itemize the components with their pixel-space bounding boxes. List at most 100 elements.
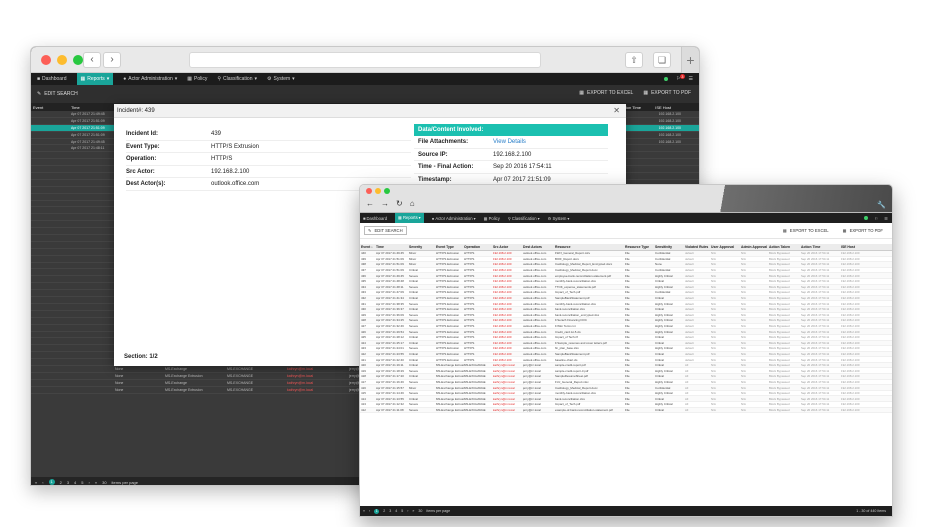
back-arrow-icon[interactable]: ‹	[83, 52, 101, 68]
page-5-button[interactable]: 5	[401, 509, 403, 513]
back-arrow-icon[interactable]: ←	[366, 199, 374, 208]
last-page-icon[interactable]: »	[412, 509, 414, 513]
page-3-button[interactable]: 3	[389, 509, 391, 513]
edit-icon: ✎	[37, 91, 42, 97]
column-header[interactable]: Resource	[555, 245, 625, 249]
address-bar[interactable]	[189, 52, 541, 68]
column-header[interactable]: Action Time	[801, 245, 841, 249]
nav-system[interactable]: ⚙ System ▾	[267, 76, 295, 82]
close-window-button[interactable]	[366, 188, 372, 194]
table-cell: Sep 20 2016 17:54:11	[801, 335, 830, 340]
nav-dashboard[interactable]: ■ Dashboard	[37, 76, 67, 82]
first-page-icon[interactable]: «	[35, 480, 37, 485]
per-page-select[interactable]: 30	[102, 480, 106, 485]
nav-classification[interactable]: ⚲ Classification ▾	[508, 216, 540, 221]
table-cell: MS-Exchange Extrusion	[436, 407, 464, 412]
column-header[interactable]: Sensitivity	[655, 245, 685, 249]
nav-reports[interactable]: ▦ Reports ▾	[76, 73, 114, 85]
table-cell: 422	[361, 351, 366, 356]
minimize-window-button[interactable]	[57, 55, 67, 65]
next-page-icon[interactable]: ›	[89, 480, 90, 485]
column-header[interactable]: Admin Approval	[741, 245, 769, 249]
col-ise-host-header[interactable]: ISE Host	[655, 105, 671, 110]
page-1-button[interactable]: 1	[48, 479, 55, 485]
page-2-button[interactable]: 2	[383, 509, 385, 513]
column-header[interactable]: User Approval	[711, 245, 741, 249]
column-header[interactable]: Severity	[409, 245, 436, 249]
export-excel-button[interactable]: ▦ EXPORT TO EXCEL	[780, 227, 832, 234]
column-header[interactable]: Violated Rules	[685, 245, 711, 249]
table-cell: jerry@rc.local	[523, 396, 541, 401]
view-details-link[interactable]: View Details	[493, 136, 526, 148]
column-header[interactable]: Dest Actors	[523, 245, 555, 249]
export-pdf-button[interactable]: ▦ EXPORT TO PDF	[840, 227, 886, 234]
nav-actor-admin[interactable]: ● Actor Administration ▾	[432, 216, 476, 221]
nav-system[interactable]: ⚙ System ▾	[548, 216, 570, 221]
table-cell: Critical	[409, 363, 418, 368]
export-pdf-button[interactable]: ▦ EXPORT TO PDF	[643, 90, 691, 96]
tabs-icon[interactable]: ❏	[653, 52, 671, 68]
edit-search-button[interactable]: ✎ EDIT SEARCH	[364, 226, 407, 235]
nav-actor-admin[interactable]: ● Actor Administration ▾	[123, 76, 177, 82]
policy-icon: ▦	[483, 215, 488, 221]
nav-dashboard[interactable]: ■ Dashboard	[363, 216, 387, 221]
home-icon[interactable]: ⌂	[410, 199, 415, 208]
table-cell: N/A	[711, 402, 716, 407]
prev-page-icon[interactable]: ‹	[42, 480, 43, 485]
table-cell: N/A	[711, 329, 716, 334]
table-cell: default	[685, 279, 694, 284]
forward-arrow-icon[interactable]: ›	[103, 52, 121, 68]
prev-page-icon[interactable]: ‹	[369, 509, 370, 513]
column-header[interactable]: Event Type	[436, 245, 464, 249]
page-1-button[interactable]: 1	[374, 508, 380, 514]
new-tab-plus-icon[interactable]: +	[681, 47, 699, 73]
menu-icon[interactable]: ☰	[884, 216, 888, 221]
table-row[interactable]: 412 Apr 07 2017 21:11:08 Severe MS-Exchange…	[360, 407, 892, 414]
column-header[interactable]: Action Taken	[769, 245, 801, 249]
table-cell: Block Bypassed	[769, 374, 790, 379]
table-cell: 432	[361, 296, 366, 301]
column-header[interactable]: Time	[376, 245, 409, 249]
page-2-button[interactable]: 2	[60, 480, 62, 485]
maximize-window-button[interactable]	[384, 188, 390, 194]
table-cell: bank-reconciliation_encrypted.xlsx	[555, 312, 600, 317]
column-header[interactable]: Src Actor	[493, 245, 523, 249]
last-page-icon[interactable]: »	[95, 480, 97, 485]
reload-icon[interactable]: ↻	[396, 199, 403, 208]
wrench-icon[interactable]: 🔧	[877, 201, 886, 209]
page-4-button[interactable]: 4	[74, 480, 76, 485]
page-3-button[interactable]: 3	[67, 480, 69, 485]
col-event-header[interactable]: Event	[31, 105, 71, 110]
col-action-time-header[interactable]: tion Time	[625, 105, 641, 110]
maximize-window-button[interactable]	[73, 55, 83, 65]
edit-search-button[interactable]: ✎ EDIT SEARCH	[37, 91, 78, 97]
share-icon[interactable]: ⇧	[625, 52, 643, 68]
table-cell: outlook.office.com	[523, 268, 547, 273]
notifications-button[interactable]: ⚐ 3	[676, 74, 685, 82]
column-header[interactable]: Event ↓	[360, 245, 376, 249]
column-header[interactable]: ISE Host	[841, 245, 873, 249]
minimize-window-button[interactable]	[375, 188, 381, 194]
per-page-select[interactable]: 30	[418, 509, 422, 513]
nav-policy[interactable]: ▦ Policy	[484, 216, 500, 221]
page-5-button[interactable]: 5	[81, 480, 83, 485]
bell-icon[interactable]: ⚐	[874, 216, 878, 221]
column-header[interactable]: Operation	[464, 245, 493, 249]
table-cell: Block Bypassed	[769, 363, 790, 368]
table-cell: Highly Critical	[655, 284, 673, 289]
next-page-icon[interactable]: ›	[407, 509, 408, 513]
detail-row: Time - Final Action: Sep 20 2016 17:54:11	[414, 161, 608, 174]
column-header[interactable]: Resource Type	[625, 245, 655, 249]
col-time-header[interactable]: Time	[71, 105, 115, 110]
forward-arrow-icon[interactable]: →	[381, 199, 389, 208]
nav-policy[interactable]: ▦ Policy	[187, 76, 207, 82]
export-excel-button[interactable]: ▦ EXPORT TO EXCEL	[579, 90, 633, 96]
first-page-icon[interactable]: «	[363, 509, 365, 513]
nav-reports[interactable]: ▦ Reports ▾	[395, 213, 424, 223]
close-icon[interactable]: ✕	[613, 104, 620, 118]
close-window-button[interactable]	[41, 55, 51, 65]
menu-icon[interactable]: ☰	[689, 76, 693, 82]
table-cell: jerry@rc.local	[523, 374, 541, 379]
page-4-button[interactable]: 4	[395, 509, 397, 513]
nav-classification[interactable]: ⚲ Classification ▾	[217, 76, 257, 82]
